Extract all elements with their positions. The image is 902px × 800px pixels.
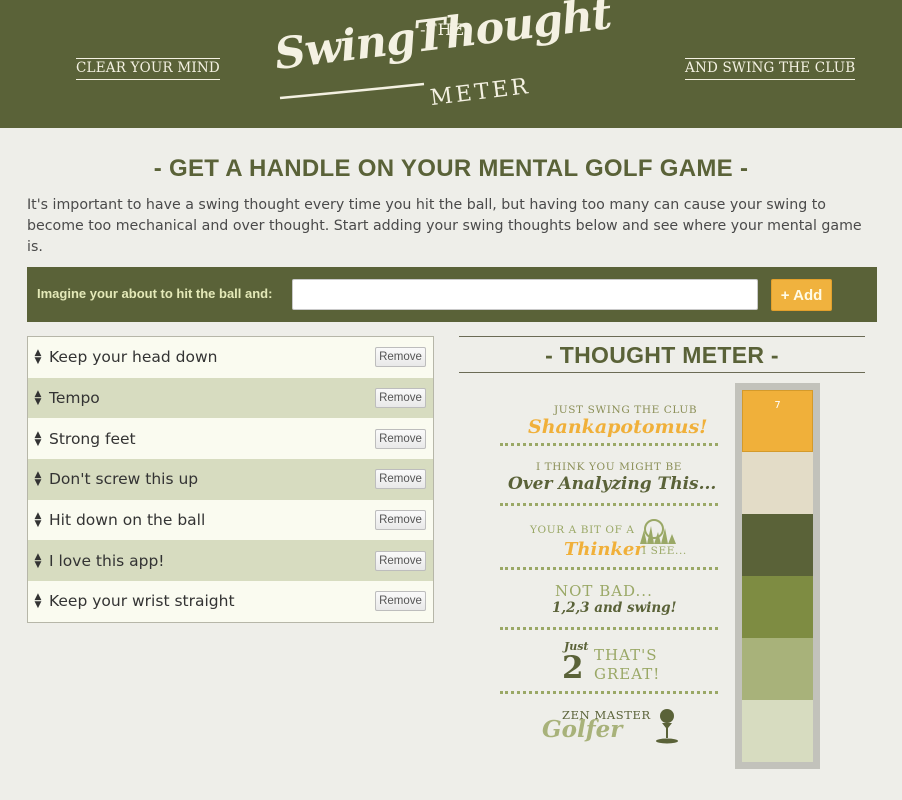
add-button[interactable]: + Add (771, 279, 832, 311)
list-item[interactable]: ▲ ▼ Keep your head down Remove (28, 337, 433, 378)
logo-swoosh-icon (279, 82, 425, 100)
add-thought-bar: Imagine your about to hit the ball and: … (27, 267, 877, 322)
legend-small-text: YOUR A BIT OF A (530, 524, 635, 536)
drag-handle-icon[interactable]: ▲ ▼ (33, 471, 43, 488)
logo-title: SwingThought (271, 0, 614, 80)
legend-big-text: Thinker (564, 539, 644, 560)
remove-button[interactable]: Remove (375, 469, 426, 490)
drag-handle-icon[interactable]: ▲ ▼ (33, 430, 43, 447)
legend-small-text-2: I SEE... (642, 545, 687, 557)
swing-the-club-link[interactable]: AND SWING THE CLUB (685, 58, 856, 80)
legend-level-just-two: Just 2 THAT'S GREAT! (500, 638, 720, 696)
thought-meter: 7 (735, 383, 820, 769)
remove-button[interactable]: Remove (375, 428, 426, 449)
thought-text: Keep your wrist straight (49, 592, 235, 611)
legend-big-text: Over Analyzing This... (508, 474, 717, 494)
drag-handle-icon[interactable]: ▲ ▼ (33, 552, 43, 569)
list-item[interactable]: ▲ ▼ Keep your wrist straight Remove (28, 581, 433, 622)
legend-level-thinker: YOUR A BIT OF A Thinker I SEE... (500, 514, 720, 572)
thought-meter-title: - THOUGHT METER - (459, 336, 865, 373)
golf-tee-icon (656, 709, 678, 744)
legend-divider (500, 567, 718, 570)
legend-divider (500, 627, 718, 630)
grass-ball-icon (640, 519, 676, 544)
remove-button[interactable]: Remove (375, 347, 426, 368)
meter-segment: 7 (742, 390, 813, 452)
legend-big-text: 2 (562, 650, 584, 686)
thought-text: I love this app! (49, 551, 165, 570)
legend-divider (500, 691, 718, 694)
logo[interactable]: -THE- SwingThought METER (270, 0, 614, 114)
list-item[interactable]: ▲ ▼ I love this app! Remove (28, 540, 433, 582)
list-item[interactable]: ▲ ▼ Hit down on the ball Remove (28, 499, 433, 541)
meter-segment (742, 452, 813, 514)
thought-text: Don't screw this up (49, 470, 199, 489)
legend-big-text: Golfer (542, 716, 623, 743)
thought-input[interactable] (292, 279, 758, 310)
list-item[interactable]: ▲ ▼ Don't screw this up Remove (28, 459, 433, 500)
legend-big-text: Shankapotomus! (528, 416, 708, 438)
remove-button[interactable]: Remove (375, 591, 426, 612)
list-item[interactable]: ▲ ▼ Tempo Remove (28, 377, 433, 419)
clear-your-mind-link[interactable]: CLEAR YOUR MIND (76, 58, 220, 80)
meter-count: 7 (774, 400, 781, 411)
legend-divider (500, 443, 718, 446)
remove-button[interactable]: Remove (375, 510, 426, 531)
intro-text: It's important to have a swing thought e… (27, 197, 862, 255)
legend-big-text: 1,2,3 and swing! (552, 600, 677, 616)
thought-text: Keep your head down (49, 348, 218, 367)
meter-segment (742, 638, 813, 700)
remove-button[interactable]: Remove (375, 388, 426, 409)
legend-small-text-2: THAT'S GREAT! (594, 646, 661, 683)
thought-list: ▲ ▼ Keep your head down Remove ▲ ▼ Tempo R… (27, 336, 434, 623)
remove-button[interactable]: Remove (375, 550, 426, 571)
drag-handle-icon[interactable]: ▲ ▼ (33, 593, 43, 610)
thought-text: Hit down on the ball (49, 511, 206, 530)
logo-meter: METER (428, 73, 533, 112)
meter-segment (742, 700, 813, 762)
add-thought-label: Imagine your about to hit the ball and: (37, 286, 273, 301)
page-headline: - GET A HANDLE ON YOUR MENTAL GOLF GAME … (153, 155, 749, 182)
list-item[interactable]: ▲ ▼ Strong feet Remove (28, 418, 433, 460)
legend-small-text: NOT BAD... (555, 582, 653, 600)
meter-segment (742, 514, 813, 576)
drag-handle-icon[interactable]: ▲ ▼ (33, 512, 43, 529)
legend-level-zen-master: ZEN MASTER Golfer (500, 702, 720, 760)
legend-divider (500, 503, 718, 506)
meter-segment (742, 576, 813, 638)
site-header: CLEAR YOUR MIND -THE- SwingThought METER… (0, 0, 902, 128)
legend-small-text: JUST SWING THE CLUB (554, 404, 698, 416)
thought-text: Tempo (49, 389, 100, 408)
legend-small-text: I THINK YOU MIGHT BE (536, 461, 683, 473)
drag-handle-icon[interactable]: ▲ ▼ (33, 390, 43, 407)
drag-handle-icon[interactable]: ▲ ▼ (33, 349, 43, 366)
thought-text: Strong feet (49, 429, 136, 448)
